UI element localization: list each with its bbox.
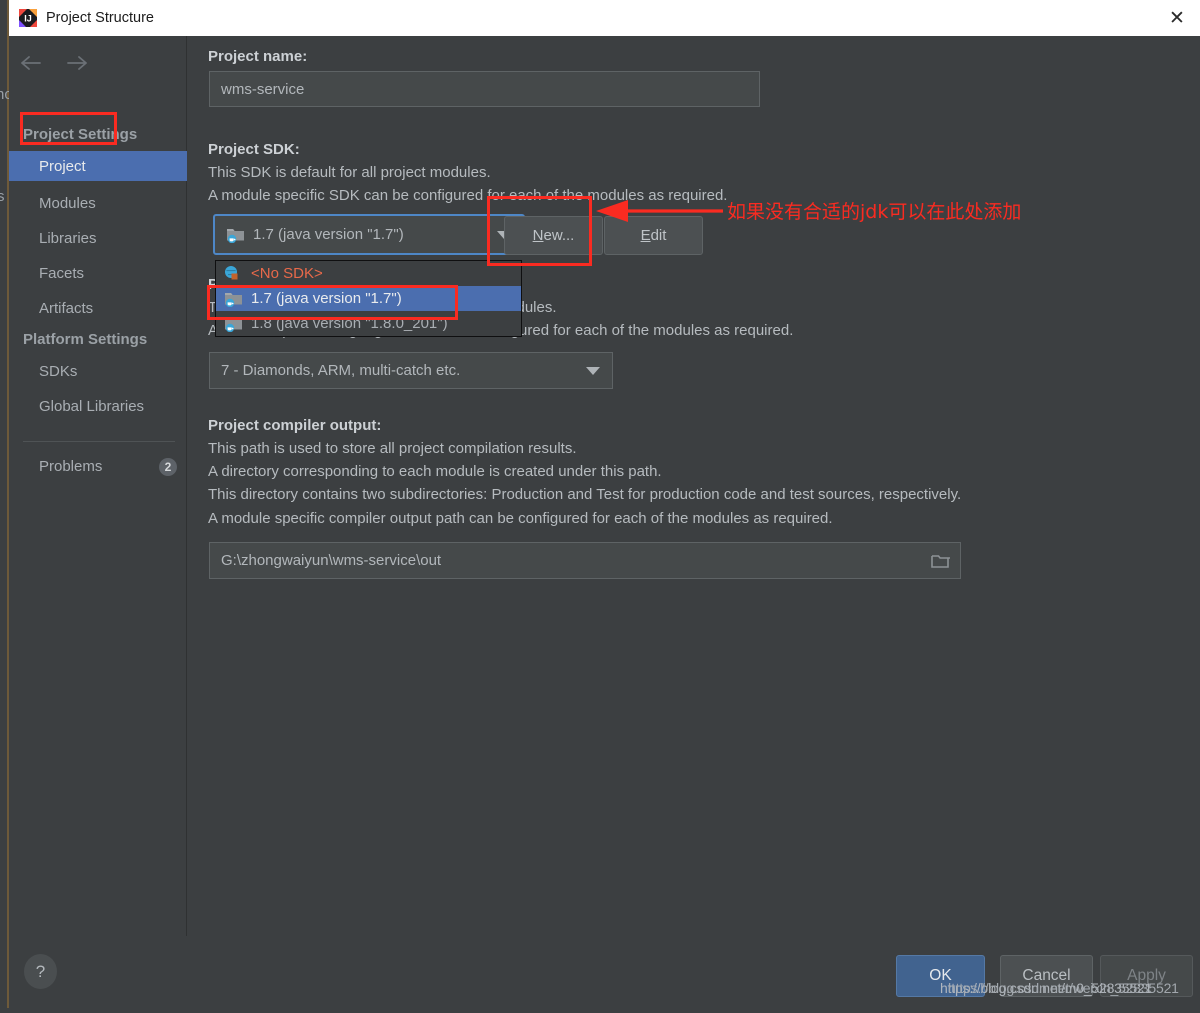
sdk-option-label: 1.8 (java version "1.8.0_201") bbox=[251, 315, 448, 332]
project-sdk-label: Project SDK: bbox=[208, 141, 300, 158]
compiler-output-desc-3: This directory contains two subdirectori… bbox=[208, 486, 962, 503]
sidebar-item-label: Project bbox=[39, 157, 86, 175]
jdk-folder-icon bbox=[224, 315, 243, 333]
sdk-option-label: <No SDK> bbox=[251, 265, 323, 282]
sdk-option-1-8[interactable]: 1.8 (java version "1.8.0_201") bbox=[216, 311, 521, 336]
svg-text:IJ: IJ bbox=[24, 14, 32, 24]
sdk-option-1-7[interactable]: 1.7 (java version "1.7") bbox=[216, 286, 521, 311]
language-level-value: 7 - Diamonds, ARM, multi-catch etc. bbox=[221, 362, 461, 379]
compiler-output-label: Project compiler output: bbox=[208, 417, 382, 434]
sidebar-item-global-libraries[interactable]: Global Libraries bbox=[9, 391, 187, 421]
compiler-output-path-value: G:\zhongwaiyun\wms-service\out bbox=[221, 552, 442, 569]
no-sdk-icon bbox=[224, 265, 243, 282]
chevron-down-icon[interactable] bbox=[586, 366, 600, 375]
sidebar-item-libraries[interactable]: Libraries bbox=[9, 223, 187, 253]
annotation-chinese-note: 如果没有合适的jdk可以在此处添加 bbox=[727, 201, 1022, 223]
problems-count-badge: 2 bbox=[159, 458, 177, 476]
project-sdk-combobox[interactable]: 1.7 (java version "1.7") bbox=[213, 214, 525, 255]
sidebar-item-modules[interactable]: Modules bbox=[9, 188, 187, 218]
close-icon[interactable]: ✕ bbox=[1154, 0, 1200, 36]
sidebar-item-facets[interactable]: Facets bbox=[9, 258, 187, 288]
new-sdk-button[interactable]: New... bbox=[504, 216, 603, 255]
sdk-option-no-sdk[interactable]: <No SDK> bbox=[216, 261, 521, 286]
new-sdk-button-label: New... bbox=[532, 227, 575, 244]
watermark-line-b: https://blog.csdn.net/weixin_52835521 bbox=[948, 980, 1179, 996]
project-sdk-desc-1: This SDK is default for all project modu… bbox=[208, 164, 491, 181]
dialog-footer: ? OK Cancel Apply bbox=[9, 936, 1200, 1008]
sidebar-group-platform-settings: Platform Settings bbox=[23, 331, 148, 348]
help-button[interactable]: ? bbox=[24, 954, 57, 989]
background-ghost-text-2: s bbox=[0, 188, 5, 205]
csdn-watermark: https://blog.csdn.net/m0_52835521 https:… bbox=[940, 980, 1179, 996]
dialog-body: Project Settings Project Modules Librari… bbox=[9, 36, 1200, 936]
arrow-right-icon[interactable] bbox=[63, 50, 91, 76]
dialog-titlebar: IJ Project Structure ✕ bbox=[9, 0, 1200, 36]
language-level-combobox[interactable]: 7 - Diamonds, ARM, multi-catch etc. bbox=[209, 352, 613, 389]
sidebar-item-label: Artifacts bbox=[39, 299, 94, 317]
project-name-value: wms-service bbox=[221, 80, 305, 98]
sdk-option-label: 1.7 (java version "1.7") bbox=[251, 290, 402, 307]
sidebar-item-problems[interactable]: Problems 2 bbox=[9, 451, 187, 481]
intellij-idea-icon: IJ bbox=[19, 9, 37, 27]
sidebar-item-artifacts[interactable]: Artifacts bbox=[9, 293, 187, 323]
sidebar-item-label: Problems bbox=[39, 457, 103, 475]
compiler-output-desc-1: This path is used to store all project c… bbox=[208, 440, 577, 457]
sidebar-group-project-settings: Project Settings bbox=[23, 126, 138, 143]
sidebar-item-label: Libraries bbox=[39, 229, 97, 247]
compiler-output-desc-4: A module specific compiler output path c… bbox=[208, 510, 833, 527]
project-name-input[interactable]: wms-service bbox=[209, 71, 760, 107]
edit-sdk-button-label: Edit bbox=[640, 227, 667, 244]
settings-sidebar: Project Settings Project Modules Librari… bbox=[9, 36, 187, 936]
project-sdk-value: 1.7 (java version "1.7") bbox=[253, 226, 404, 243]
compiler-output-path-input[interactable]: G:\zhongwaiyun\wms-service\out bbox=[209, 542, 961, 579]
arrow-left-icon[interactable] bbox=[17, 50, 45, 76]
sidebar-item-label: Modules bbox=[39, 194, 96, 212]
sidebar-item-label: Global Libraries bbox=[39, 397, 145, 415]
project-sdk-desc-2: A module specific SDK can be configured … bbox=[208, 187, 728, 204]
folder-icon[interactable] bbox=[930, 552, 952, 570]
sidebar-item-project[interactable]: Project bbox=[9, 151, 187, 181]
navigation-arrows bbox=[17, 50, 91, 76]
sidebar-divider bbox=[23, 441, 175, 442]
sidebar-item-label: SDKs bbox=[39, 362, 78, 380]
sidebar-item-sdks[interactable]: SDKs bbox=[9, 356, 187, 386]
jdk-folder-icon bbox=[224, 290, 243, 308]
sidebar-item-label: Facets bbox=[39, 264, 85, 282]
ide-left-edge-strip bbox=[0, 0, 9, 1008]
project-settings-pane: Project name: wms-service Project SDK: T… bbox=[188, 36, 1200, 936]
project-name-label: Project name: bbox=[208, 48, 308, 65]
edit-sdk-button[interactable]: Edit bbox=[604, 216, 703, 255]
compiler-output-desc-2: A directory corresponding to each module… bbox=[208, 463, 662, 480]
project-sdk-dropdown-popup[interactable]: <No SDK> 1.7 (java version "1.7") 1.8 (j… bbox=[215, 260, 522, 337]
project-structure-dialog: IJ Project Structure ✕ Project Settings … bbox=[9, 0, 1200, 1008]
jdk-folder-icon bbox=[226, 226, 245, 244]
dialog-title: Project Structure bbox=[46, 10, 154, 26]
